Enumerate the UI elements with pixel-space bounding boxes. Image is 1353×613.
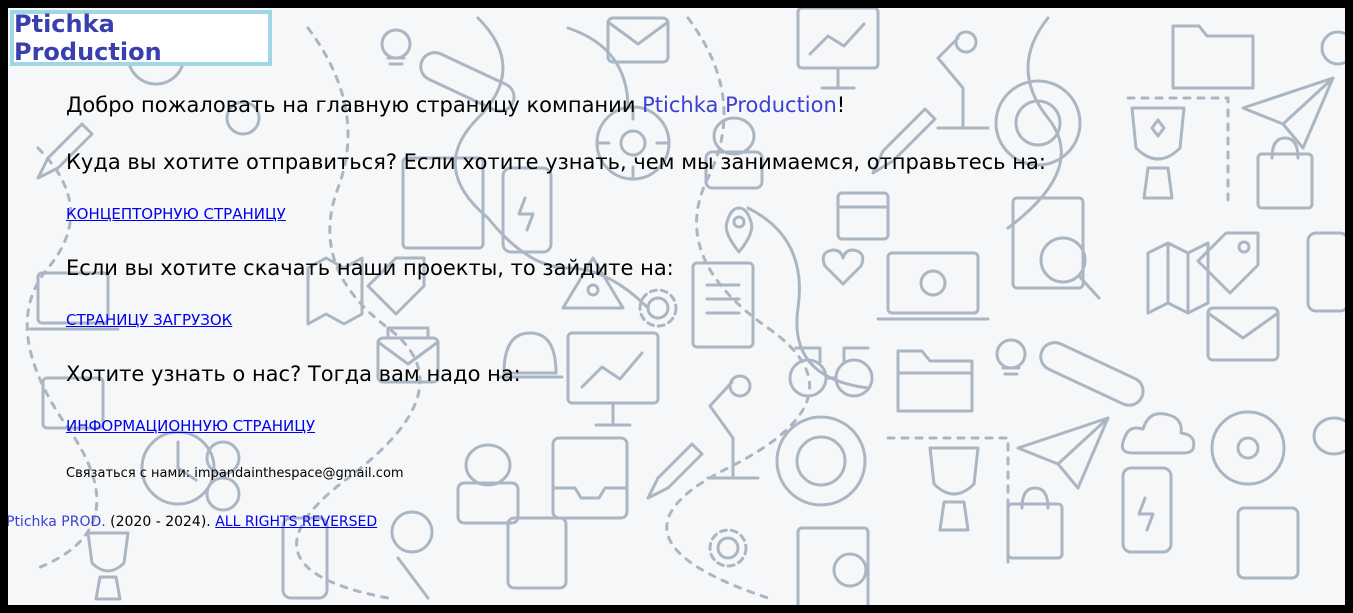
- footer: Ptichka PROD. (2020 - 2024). ALL RIGHTS …: [8, 512, 377, 532]
- footer-years: (2020 - 2024).: [105, 514, 216, 530]
- info-page-link[interactable]: ИНФОРМАЦИОННУЮ СТРАНИЦУ: [66, 416, 315, 436]
- section-question-about: Хотите узнать о нас? Тогда вам надо на:: [66, 362, 521, 386]
- contact-info: Связаться с нами: impandainthespace@gmai…: [66, 466, 404, 481]
- welcome-suffix: !: [836, 93, 846, 117]
- footer-rights-link[interactable]: ALL RIGHTS REVERSED: [215, 514, 377, 530]
- logo-text: Ptichka Production: [14, 10, 162, 66]
- section-question-downloads: Если вы хотите скачать наши проекты, то …: [66, 256, 674, 280]
- downloads-page-link[interactable]: СТРАНИЦУ ЗАГРУЗОК: [66, 310, 232, 330]
- welcome-prefix: Добро пожаловать на главную страницу ком…: [66, 93, 643, 117]
- site-logo[interactable]: Ptichka Production: [10, 10, 272, 66]
- welcome-brand-name: Ptichka Production: [642, 93, 837, 117]
- page: Ptichka Production Добро пожаловать на г…: [8, 8, 1345, 605]
- section-question-concept: Куда вы хотите отправиться? Если хотите …: [66, 150, 1046, 174]
- footer-brand: Ptichka PROD.: [8, 514, 106, 530]
- welcome-heading: Добро пожаловать на главную страницу ком…: [66, 90, 845, 120]
- concept-page-link[interactable]: КОНЦЕПТОРНУЮ СТРАНИЦУ: [66, 204, 286, 224]
